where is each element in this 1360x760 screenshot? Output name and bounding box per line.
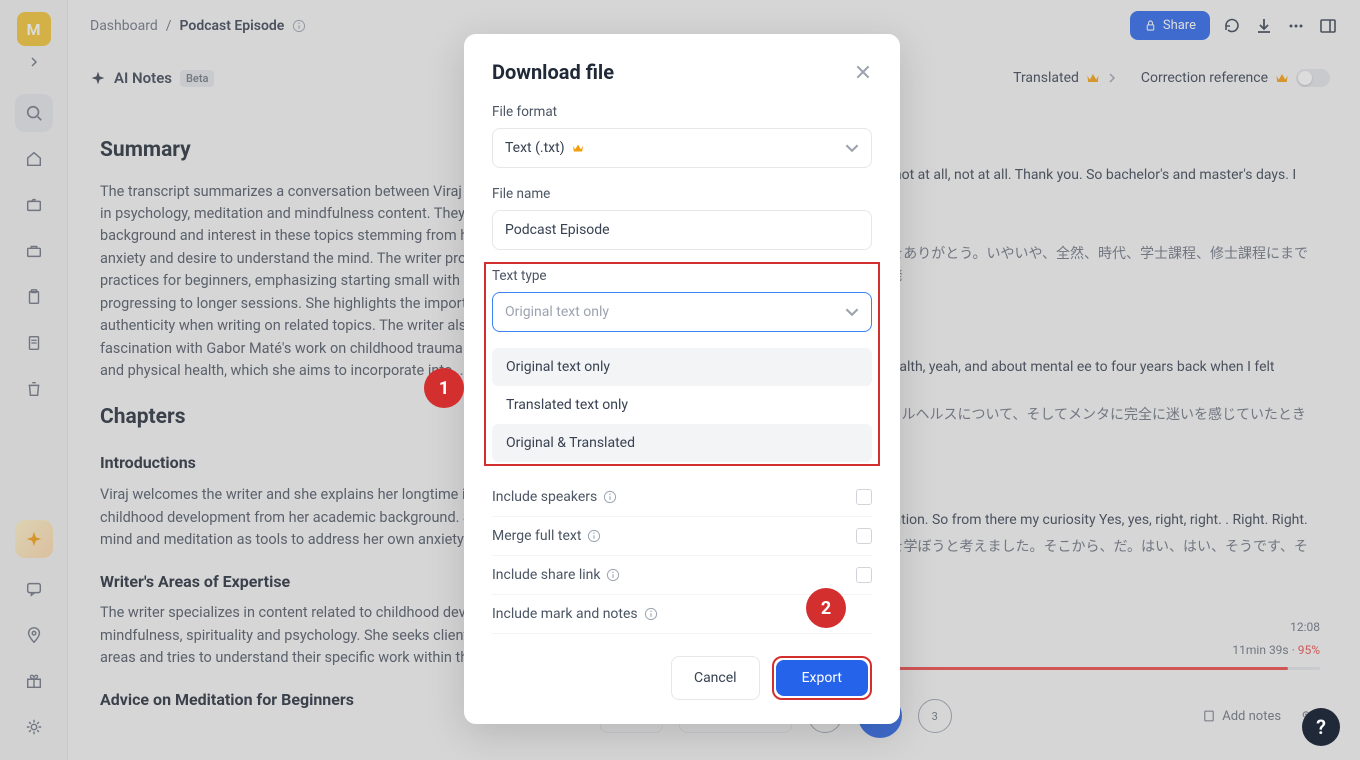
export-button[interactable]: Export [776, 660, 868, 696]
text-type-dropdown: Original text only Translated text only … [492, 348, 872, 462]
include-speakers-label: Include speakers [492, 489, 597, 505]
merge-text-label: Merge full text [492, 528, 581, 544]
file-name-input[interactable] [492, 210, 872, 250]
file-format-select[interactable]: Text (.txt) [492, 128, 872, 168]
modal-title: Download file [492, 60, 614, 84]
chevron-down-icon [845, 141, 859, 155]
info-icon[interactable] [603, 490, 617, 504]
dropdown-option-original[interactable]: Original text only [492, 348, 872, 386]
close-icon[interactable] [854, 63, 872, 81]
dropdown-option-translated[interactable]: Translated text only [492, 386, 872, 424]
info-icon[interactable] [587, 529, 601, 543]
share-link-checkbox[interactable] [856, 567, 872, 583]
help-fab[interactable]: ? [1302, 708, 1340, 746]
export-highlight: Export [772, 656, 872, 700]
crown-icon [571, 141, 585, 155]
cancel-button[interactable]: Cancel [671, 656, 760, 700]
include-speakers-checkbox[interactable] [856, 489, 872, 505]
chevron-down-icon [845, 305, 859, 319]
info-icon[interactable] [606, 568, 620, 582]
info-icon[interactable] [644, 607, 658, 621]
dropdown-option-both[interactable]: Original & Translated [492, 424, 872, 462]
callout-2: 2 [806, 588, 846, 628]
share-link-label: Include share link [492, 567, 600, 583]
include-speakers-row: Include speakers [492, 478, 872, 517]
text-type-label: Text type [492, 268, 872, 284]
merge-text-checkbox[interactable] [856, 528, 872, 544]
file-format-label: File format [492, 104, 872, 120]
file-name-label: File name [492, 186, 872, 202]
callout-1: 1 [424, 368, 464, 408]
share-link-row: Include share link [492, 556, 872, 595]
merge-text-row: Merge full text [492, 517, 872, 556]
mark-notes-label: Include mark and notes [492, 606, 638, 622]
text-type-placeholder: Original text only [505, 304, 609, 320]
file-format-value: Text (.txt) [505, 140, 565, 156]
text-type-highlight: Text type Original text only Original te… [484, 262, 880, 466]
text-type-select[interactable]: Original text only [492, 292, 872, 332]
